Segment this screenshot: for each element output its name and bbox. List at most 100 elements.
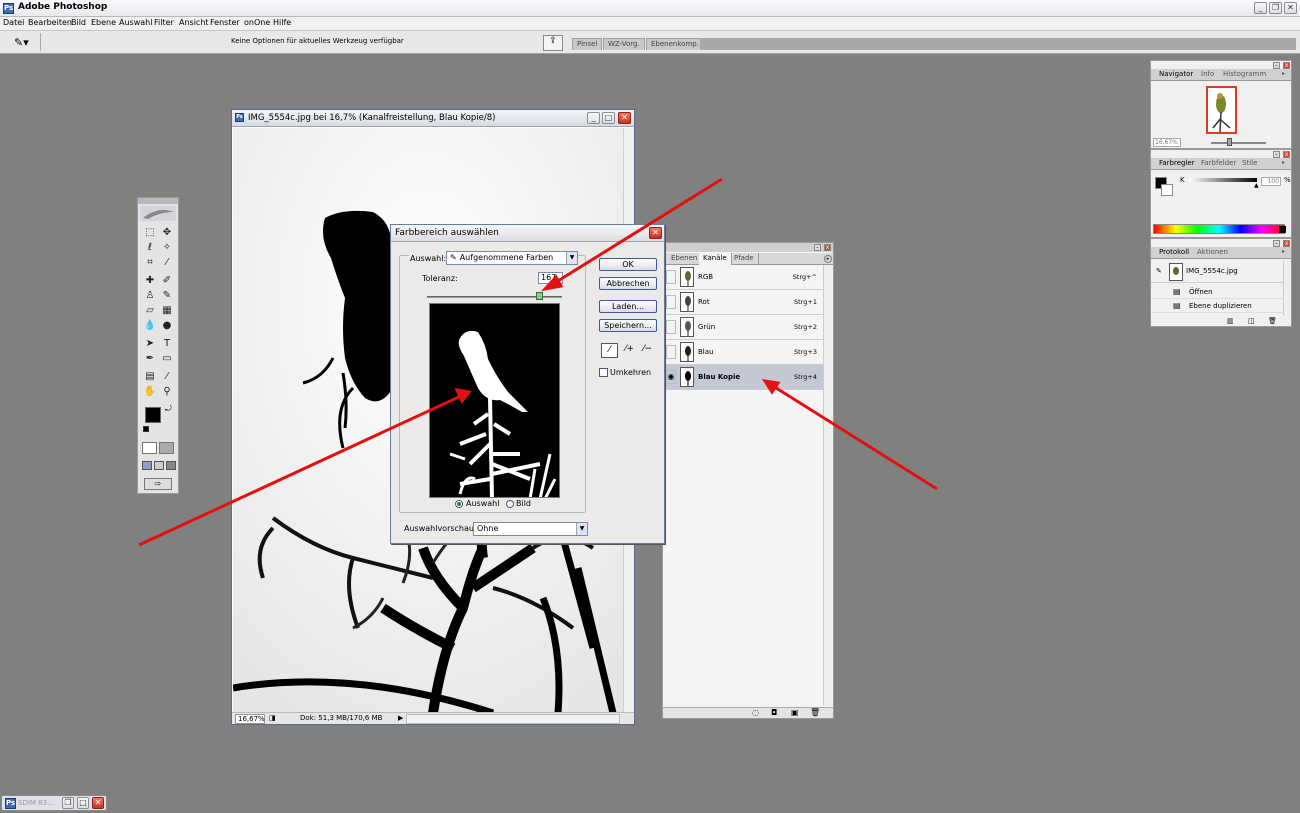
zoom-field[interactable]: 16,67% [235, 714, 265, 724]
color-slider-thumb-icon[interactable]: ▲ [1254, 182, 1259, 189]
doc-close-button[interactable]: ✕ [618, 112, 631, 124]
tab-farbregler[interactable]: Farbregler [1159, 159, 1195, 167]
taskbar-restore-button[interactable]: ❐ [62, 797, 74, 809]
navigator-zoom-field[interactable]: 16,67% [1153, 138, 1181, 147]
screen-mode-full-menu-icon[interactable] [154, 461, 164, 470]
delete-channel-icon[interactable]: 🗑 [810, 708, 820, 717]
navigator-thumbnail[interactable] [1206, 86, 1237, 134]
channel-row-gruen[interactable]: Grün Strg+2 [663, 315, 823, 340]
visibility-eye-icon[interactable] [666, 320, 676, 334]
save-button[interactable]: Speichern... [599, 319, 657, 332]
eyedropper-add-icon[interactable]: ⁄+ [621, 343, 638, 358]
menu-hilfe[interactable]: Hilfe [273, 18, 291, 27]
menu-ansicht[interactable]: Ansicht [179, 18, 209, 27]
foreground-color-swatch[interactable] [145, 407, 161, 423]
swap-colors-icon[interactable]: ⤾ [165, 404, 172, 414]
document-title-bar[interactable]: Ps IMG_5554c.jpg bei 16,7% (Kanalfreiste… [232, 110, 634, 127]
well-tab-pinsel[interactable]: Pinsel [572, 38, 603, 50]
eyedropper-tool-preset-icon[interactable]: ✎▾ [14, 36, 29, 49]
history-snapshot-row[interactable]: ✎ IMG_5554c.jpg [1151, 261, 1283, 283]
load-selection-icon[interactable]: ◌ [752, 708, 759, 717]
tab-ebenen[interactable]: Ebenen [667, 253, 703, 265]
history-brush-source-icon[interactable]: ✎ [1156, 267, 1162, 275]
color-bg-swatch[interactable] [1161, 184, 1173, 196]
doc-maximize-button[interactable]: □ [602, 112, 615, 124]
eyedropper-button-icon[interactable]: ⁄ [601, 343, 618, 358]
invert-checkbox[interactable] [599, 368, 608, 377]
delete-state-icon[interactable]: 🗑 [1268, 317, 1277, 325]
visibility-eye-icon[interactable] [666, 345, 676, 359]
menu-onone[interactable]: onOne [244, 18, 270, 27]
auswahl-select[interactable]: ✎ Aufgenommene Farben ▼ [446, 251, 578, 265]
color-ramp[interactable] [1153, 224, 1285, 234]
tab-protokoll[interactable]: Protokoll [1159, 248, 1189, 256]
restore-button[interactable]: ❐ [1269, 2, 1282, 14]
standard-mode-icon[interactable] [142, 442, 157, 454]
tab-navigator[interactable]: Navigator [1159, 70, 1193, 78]
status-icon[interactable]: ◨ [269, 714, 276, 722]
minimize-button[interactable]: _ [1254, 2, 1267, 14]
menu-filter[interactable]: Filter [154, 18, 174, 27]
radio-auswahl[interactable] [455, 500, 463, 508]
color-ramp-black[interactable] [1279, 226, 1286, 233]
history-brush-icon[interactable]: ✎ [160, 289, 174, 302]
file-browser-icon[interactable]: ⇪ [543, 35, 563, 51]
screen-mode-full-icon[interactable] [166, 461, 176, 470]
channels-scrollbar[interactable] [823, 265, 833, 705]
channels-minimize-icon[interactable]: - [814, 244, 821, 251]
preview-select[interactable]: Ohne ▼ [473, 522, 588, 536]
new-document-from-state-icon[interactable]: ▥ [1227, 317, 1234, 325]
selection-preview[interactable] [429, 303, 560, 498]
ok-button[interactable]: OK [599, 258, 657, 271]
well-tab-wz-vorg[interactable]: WZ-Vorg. [603, 38, 645, 50]
feather-logo-icon[interactable] [140, 206, 176, 221]
tab-histogramm[interactable]: Histogramm [1223, 70, 1266, 78]
save-selection-icon[interactable]: ◘ [771, 708, 777, 717]
new-channel-icon[interactable]: ▣ [791, 708, 799, 717]
default-colors-icon[interactable] [143, 426, 149, 432]
dialog-title-bar[interactable]: Farbbereich auswählen ✕ [391, 225, 664, 242]
marquee-icon[interactable]: ⬚ [143, 226, 157, 239]
notes-icon[interactable]: ▤ [143, 370, 157, 383]
eyedropper-subtract-icon[interactable]: ⁄− [639, 343, 656, 358]
tab-info[interactable]: Info [1201, 70, 1214, 78]
navigator-zoom-slider[interactable] [1211, 142, 1266, 144]
menu-auswahl[interactable]: Auswahl [119, 18, 152, 27]
visibility-eye-icon[interactable]: ◉ [666, 370, 676, 384]
lasso-icon[interactable]: ℓ [143, 241, 157, 254]
channels-menu-icon[interactable]: ▸ [824, 255, 832, 263]
tab-pfade[interactable]: Pfade [730, 253, 759, 265]
quick-mask-icon[interactable] [159, 442, 174, 454]
blur-icon[interactable]: 💧 [143, 319, 157, 332]
color-k-slider[interactable] [1189, 178, 1257, 182]
close-app-button[interactable]: ✕ [1284, 2, 1297, 14]
history-step-row[interactable]: ▤ Ebene duplizieren [1151, 300, 1283, 313]
navigator-close-icon[interactable]: x [1283, 62, 1290, 69]
navigator-zoom-thumb[interactable] [1227, 138, 1232, 146]
tab-stile[interactable]: Stile [1242, 159, 1257, 167]
taskbar-maximize-button[interactable]: □ [77, 797, 89, 809]
channel-row-blau[interactable]: Blau Strg+3 [663, 340, 823, 365]
dialog-close-button[interactable]: ✕ [649, 227, 662, 239]
color-close-icon[interactable]: x [1283, 151, 1290, 158]
visibility-eye-icon[interactable] [666, 270, 676, 284]
doc-minimize-button[interactable]: _ [587, 112, 600, 124]
menu-ebene[interactable]: Ebene [91, 18, 116, 27]
toleranz-slider-thumb[interactable] [536, 292, 544, 300]
document-horizontal-scrollbar[interactable] [406, 714, 620, 724]
tab-aktionen[interactable]: Aktionen [1197, 248, 1228, 256]
slice-icon[interactable]: ⁄ [160, 256, 174, 269]
history-menu-icon[interactable]: ▸ [1282, 248, 1285, 255]
channels-close-icon[interactable]: x [824, 244, 831, 251]
zoom-icon[interactable]: ⚲ [160, 385, 174, 398]
toleranz-input[interactable]: 167 [538, 272, 563, 284]
eraser-icon[interactable]: ▱ [143, 304, 157, 317]
color-k-value[interactable]: 100 [1261, 177, 1281, 186]
magic-wand-icon[interactable]: ✧ [160, 241, 174, 254]
navigator-minimize-icon[interactable]: - [1273, 62, 1280, 69]
screen-mode-standard-icon[interactable] [142, 461, 152, 470]
brush-icon[interactable]: ✐ [160, 274, 174, 287]
pen-icon[interactable]: ✒ [143, 352, 157, 365]
stamp-icon[interactable]: ♙ [143, 289, 157, 302]
color-minimize-icon[interactable]: - [1273, 151, 1280, 158]
